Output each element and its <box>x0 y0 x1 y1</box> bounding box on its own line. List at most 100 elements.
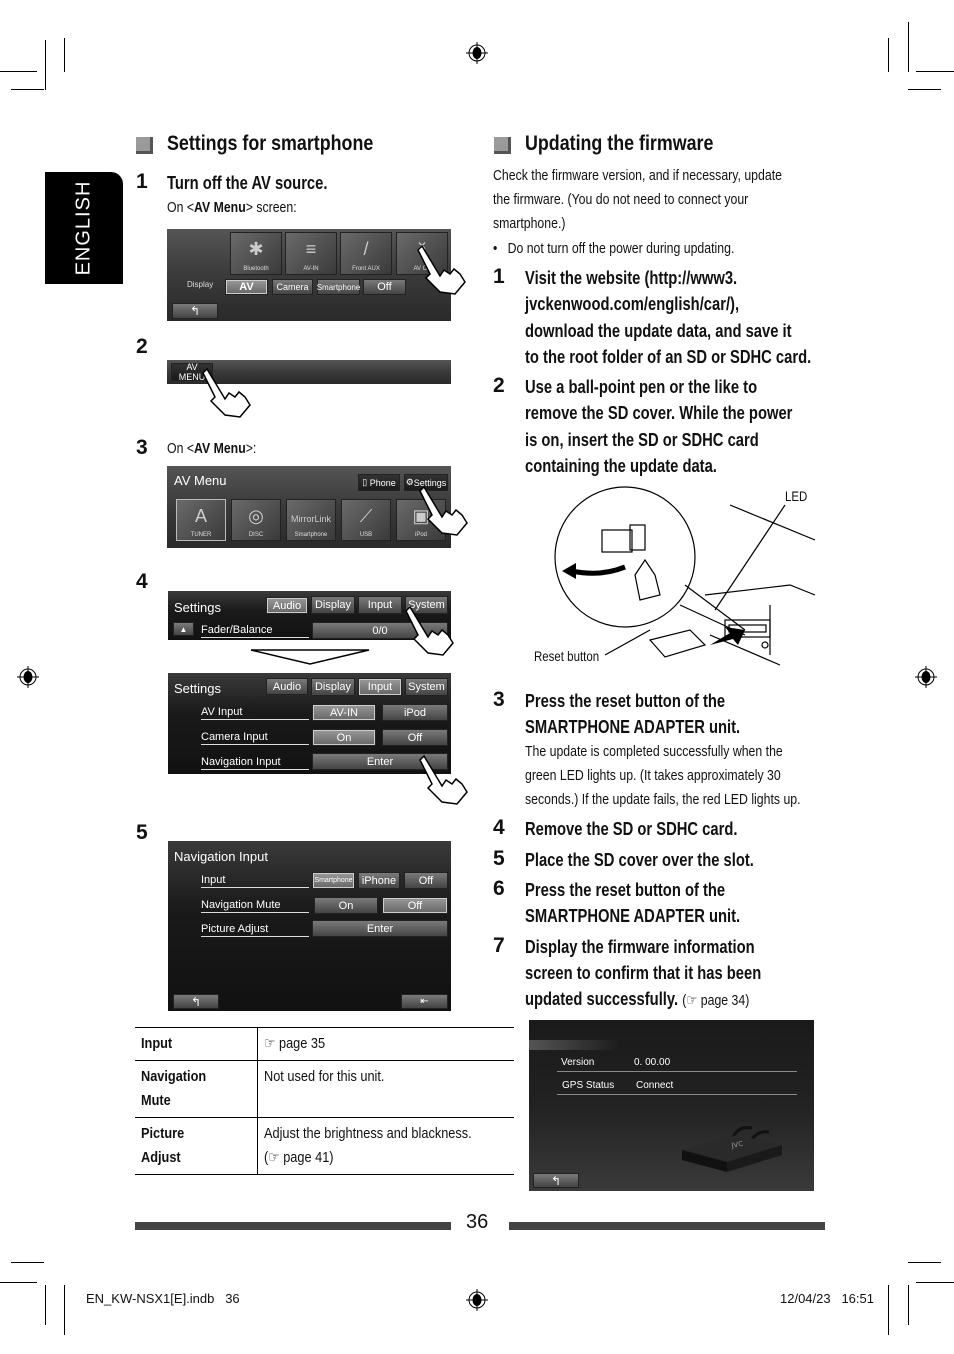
tile-bluetooth[interactable]: ✱ Bluetooth <box>230 232 282 275</box>
display-off-button[interactable]: Off <box>363 279 406 295</box>
step-number: 4 <box>136 570 148 593</box>
back-button[interactable]: ↰ <box>533 1173 579 1188</box>
navigation-mute-on-button[interactable]: On <box>314 897 378 914</box>
title-bar-highlight <box>529 1040 619 1050</box>
reset-button-label: Reset button <box>534 648 600 664</box>
tile-disc[interactable]: ◎ DISC <box>231 499 281 541</box>
step-number: 1 <box>136 170 148 193</box>
display-smartphone-button[interactable]: Smartphone <box>317 279 360 295</box>
tile-av-in[interactable]: ≡ AV-IN <box>285 232 337 275</box>
scroll-up-button[interactable]: ▲ <box>173 622 194 636</box>
step-text: Remove the SD or SDHC card. <box>525 819 738 839</box>
section-title-settings-smartphone: Settings for smartphone <box>167 132 374 155</box>
row-label: Navigation Input <box>201 756 309 770</box>
tile-tuner[interactable]: A TUNER <box>176 499 226 541</box>
aux-plug-icon: / <box>363 239 369 259</box>
firmware-info-screen: Version 0. 00.00 GPS Status Connect JVC … <box>529 1020 814 1191</box>
phone-button[interactable]: ▯ Phone <box>358 474 400 491</box>
step-subtext: On <AV Menu>: <box>167 440 257 457</box>
intro-line: the firmware. (You do not need to connec… <box>493 191 749 208</box>
disc-icon: ◎ <box>248 506 264 526</box>
display-av-button[interactable]: AV <box>225 279 268 295</box>
tab-system[interactable]: System <box>405 678 448 696</box>
usb-stick-icon: ⟋ <box>359 506 373 526</box>
exit-icon: ⇤ <box>420 996 429 1007</box>
row-label: Fader/Balance <box>201 624 309 638</box>
crop-mark <box>64 38 65 72</box>
row-label: Camera Input <box>201 731 309 745</box>
tab-audio[interactable]: Audio <box>266 678 308 695</box>
back-arrow-icon: ↰ <box>190 994 202 1009</box>
pointing-hand-icon <box>405 605 454 656</box>
back-arrow-icon: ↰ <box>550 1173 562 1188</box>
pointing-hand-icon <box>419 485 468 536</box>
navigation-mute-off-button[interactable]: Off <box>382 897 448 914</box>
crop-mark <box>908 89 941 90</box>
version-label: Version <box>561 1057 595 1068</box>
home-button[interactable]: ⇤ <box>401 994 448 1009</box>
bullet-item: • Do not turn off the power during updat… <box>493 240 735 257</box>
crop-mark <box>908 1285 909 1325</box>
navigation-input-screen: Navigation Input Input Smartphone iPhone… <box>168 841 451 1011</box>
input-off-button[interactable]: Off <box>404 872 448 889</box>
av-input-av-in-button[interactable]: AV-IN <box>312 704 376 721</box>
row-label: Picture Adjust <box>201 923 309 937</box>
crop-mark <box>888 38 889 72</box>
screen-title: Settings <box>174 600 221 615</box>
divider <box>557 1071 797 1072</box>
footer-date: 12/04/23 16:51 <box>780 1291 874 1306</box>
step-text: screen to confirm that it has been <box>525 963 762 983</box>
back-button[interactable]: ↰ <box>172 303 218 319</box>
table-value: Adjust the brightness and blackness. (☞ p… <box>257 1117 515 1175</box>
av-input-ipod-button[interactable]: iPod <box>382 704 448 721</box>
settings-table: Input ☞ page 35 Navigation Mute Not used… <box>135 1027 515 1175</box>
crop-mark <box>64 1285 65 1335</box>
tile-smartphone[interactable]: MirrorLink Smartphone <box>286 499 336 541</box>
tab-display[interactable]: Display <box>311 678 355 696</box>
input-smartphone-button[interactable]: Smartphone <box>312 872 355 889</box>
step-text: jvckenwood.com/english/car/), <box>525 294 740 314</box>
crop-mark <box>0 71 37 72</box>
step-detail: The update is completed successfully whe… <box>525 743 783 760</box>
av-menu-screen: AV Menu ▯ Phone ⚙ Settings A TUNER ◎ DISC M… <box>167 466 451 548</box>
tile-front-aux[interactable]: / Front AUX <box>340 232 392 275</box>
table-key: Input <box>135 1027 258 1061</box>
tab-input[interactable]: Input <box>358 678 402 696</box>
camera-input-on-button[interactable]: On <box>312 729 376 746</box>
step-subtext: On <AV Menu> screen: <box>167 199 297 216</box>
registration-mark-icon <box>466 1289 488 1311</box>
row-label: AV Input <box>201 706 309 720</box>
input-iphone-button[interactable]: iPhone <box>358 872 400 889</box>
intro-line: smartphone.) <box>493 215 566 232</box>
registration-mark-icon <box>466 42 488 64</box>
row-label: Input <box>201 874 309 888</box>
gps-status-value: Connect <box>636 1080 674 1091</box>
page-reference: (☞ page 34) <box>682 992 750 1009</box>
tab-display[interactable]: Display <box>311 596 355 614</box>
step-text: Press the reset button of the <box>525 691 726 711</box>
step-text: is on, insert the SD or SDHC card <box>525 430 759 450</box>
antenna-icon: A <box>194 506 207 526</box>
display-camera-button[interactable]: Camera <box>272 279 313 295</box>
screen-title: Settings <box>174 681 221 696</box>
step-detail: green LED lights up. (It takes approxima… <box>525 767 781 784</box>
tab-input[interactable]: Input <box>358 596 402 614</box>
registration-mark-icon <box>17 666 39 688</box>
back-arrow-icon: ↰ <box>189 304 201 318</box>
back-button[interactable]: ↰ <box>173 994 219 1009</box>
camera-input-off-button[interactable]: Off <box>382 729 448 746</box>
crop-mark <box>908 1262 941 1263</box>
tile-usb[interactable]: ⟋ USB <box>341 499 391 541</box>
screen-title: Navigation Input <box>174 849 268 864</box>
crop-mark <box>45 1285 46 1325</box>
tab-audio[interactable]: Audio <box>266 597 308 614</box>
crop-mark <box>11 89 44 90</box>
mirrorlink-logo: MirrorLink <box>290 514 331 524</box>
footer-file-info: EN_KW-NSX1[E].indb 36 <box>86 1291 240 1306</box>
picture-adjust-enter-button[interactable]: Enter <box>312 920 448 937</box>
section-marker-icon <box>494 137 511 154</box>
language-tab: ENGLISH <box>45 172 123 284</box>
bluetooth-icon: ✱ <box>248 239 264 259</box>
phone-icon: ▯ <box>362 477 368 487</box>
step-text: Place the SD cover over the slot. <box>525 850 754 870</box>
